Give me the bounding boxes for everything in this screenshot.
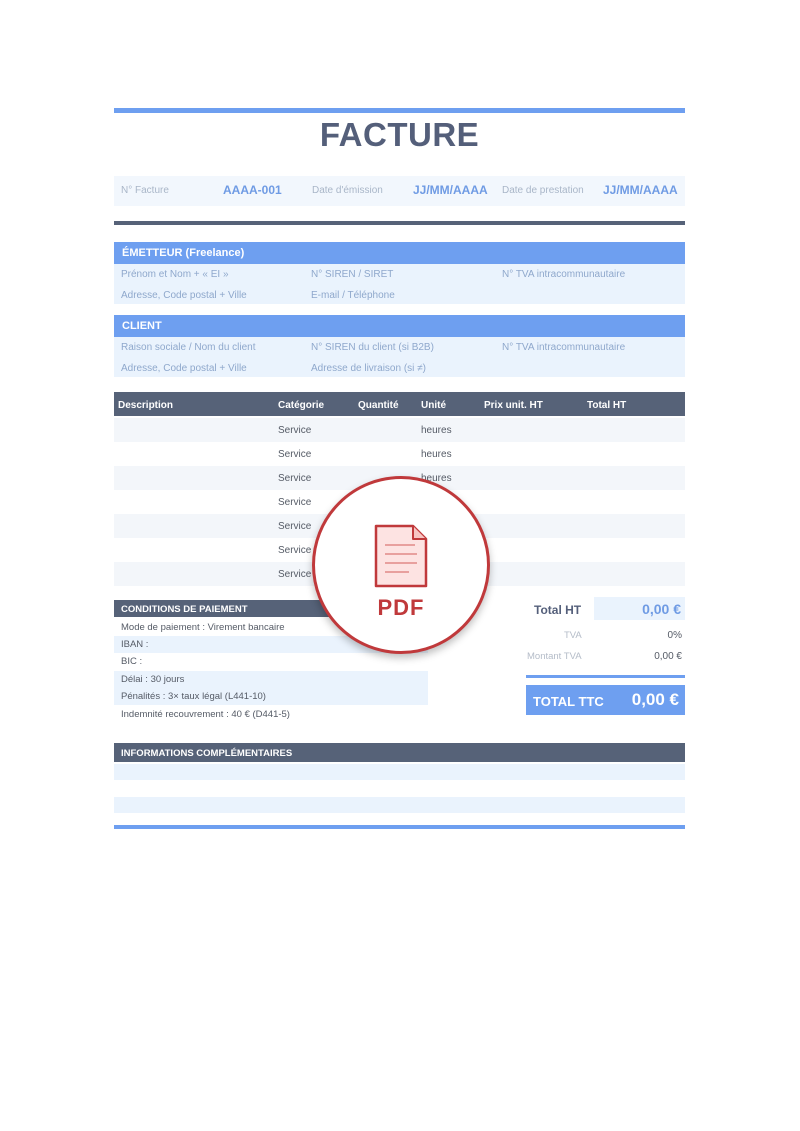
payment-delay: Délai : 30 jours [114, 671, 428, 688]
payment-penalties-text: Pénalités : 3× taux légal (L441-10) [121, 691, 266, 702]
cell-category: Service [278, 425, 312, 436]
invoice-number-value: AAAA-001 [223, 183, 282, 197]
invoice-title: FACTURE [319, 116, 480, 153]
payment-delay-text: Délai : 30 jours [121, 674, 185, 685]
total-ttc-divider [526, 675, 685, 678]
pdf-file-icon [374, 524, 428, 588]
cell-unit: heures [421, 449, 452, 460]
col-unit: Unité [421, 400, 446, 411]
emitter-name: Prénom et Nom + « EI » [121, 269, 229, 280]
service-date-value: JJ/MM/AAAA [603, 183, 678, 197]
cell-category: Service [278, 473, 312, 484]
total-ht-value: 0,00 € [642, 601, 681, 617]
tva-amount-label: Montant TVA [527, 651, 582, 662]
emitter-contact: E-mail / Téléphone [311, 290, 395, 301]
pdf-label: PDF [377, 595, 425, 620]
emitter-body: Prénom et Nom + « EI » N° SIREN / SIRET … [114, 264, 685, 304]
emitter-siren: N° SIREN / SIRET [311, 269, 394, 280]
client-address: Adresse, Code postal + Ville [121, 363, 247, 374]
total-ht-box: 0,00 € [594, 597, 685, 620]
col-category: Catégorie [278, 400, 325, 411]
cell-category: Service [278, 521, 312, 532]
payment-indemnity: Indemnité recouvrement : 40 € (D441-5) [114, 706, 428, 723]
payment-iban-text: IBAN : [121, 639, 149, 650]
bottom-accent-bar [114, 825, 685, 829]
tva-label: TVA [564, 630, 582, 641]
cell-category: Service [278, 569, 312, 580]
emitter-vat: N° TVA intracommunautaire [502, 269, 626, 280]
total-ttc-label: TOTAL TTC [533, 694, 604, 709]
total-ht-label: Total HT [534, 603, 582, 617]
total-ttc-box: TOTAL TTC 0,00 € [526, 685, 685, 715]
issue-date-label: Date d'émission [312, 185, 383, 196]
col-description: Description [118, 400, 174, 411]
payment-indemnity-text: Indemnité recouvrement : 40 € (D441-5) [121, 709, 290, 720]
emitter-address: Adresse, Code postal + Ville [121, 290, 247, 301]
cell-unit: heures [421, 425, 452, 436]
client-body: Raison sociale / Nom du client N° SIREN … [114, 337, 685, 377]
invoice-meta: N° Facture AAAA-001 Date d'émission JJ/M… [114, 176, 685, 206]
items-table-header: Description Catégorie Quantité Unité Pri… [114, 392, 685, 416]
additional-info-heading-text: INFORMATIONS COMPLÉMENTAIRES [121, 748, 293, 759]
emitter-heading-text: ÉMETTEUR (Freelance) [122, 247, 245, 259]
invoice-number-label: N° Facture [121, 185, 169, 196]
meta-divider [114, 221, 685, 225]
tva-rate-value: 0% [667, 630, 682, 641]
col-total: Total HT [587, 400, 627, 411]
client-heading: CLIENT [114, 315, 685, 337]
top-accent-bar [114, 108, 685, 113]
client-delivery-address: Adresse de livraison (si ≠) [311, 363, 426, 374]
client-vat: N° TVA intracommunautaire [502, 342, 626, 353]
cell-category: Service [278, 449, 312, 460]
cell-category: Service [278, 545, 312, 556]
payment-bic: BIC : [114, 653, 428, 670]
payment-conditions-heading-text: CONDITIONS DE PAIEMENT [121, 604, 248, 615]
col-quantity: Quantité [358, 400, 399, 411]
table-row[interactable]: Service heures [114, 418, 685, 442]
payment-mode-text: Mode de paiement : Virement bancaire [121, 622, 285, 633]
service-date-label: Date de prestation [502, 185, 584, 196]
payment-bic-text: BIC : [121, 656, 143, 667]
cell-category: Service [278, 497, 312, 508]
additional-info-row[interactable] [114, 797, 685, 813]
pdf-badge[interactable]: PDF [312, 476, 490, 654]
table-row[interactable]: Service heures [114, 442, 685, 466]
emitter-heading: ÉMETTEUR (Freelance) [114, 242, 685, 264]
issue-date-value: JJ/MM/AAAA [413, 183, 488, 197]
client-heading-text: CLIENT [122, 320, 162, 332]
client-siren: N° SIREN du client (si B2B) [311, 342, 434, 353]
total-ttc-value: 0,00 € [631, 690, 679, 709]
tva-amount-value: 0,00 € [654, 651, 682, 662]
col-unit-price: Prix unit. HT [484, 400, 543, 411]
client-name: Raison sociale / Nom du client [121, 342, 256, 353]
additional-info-heading: INFORMATIONS COMPLÉMENTAIRES [114, 743, 685, 762]
payment-penalties: Pénalités : 3× taux légal (L441-10) [114, 688, 428, 705]
additional-info-row[interactable] [114, 764, 685, 780]
